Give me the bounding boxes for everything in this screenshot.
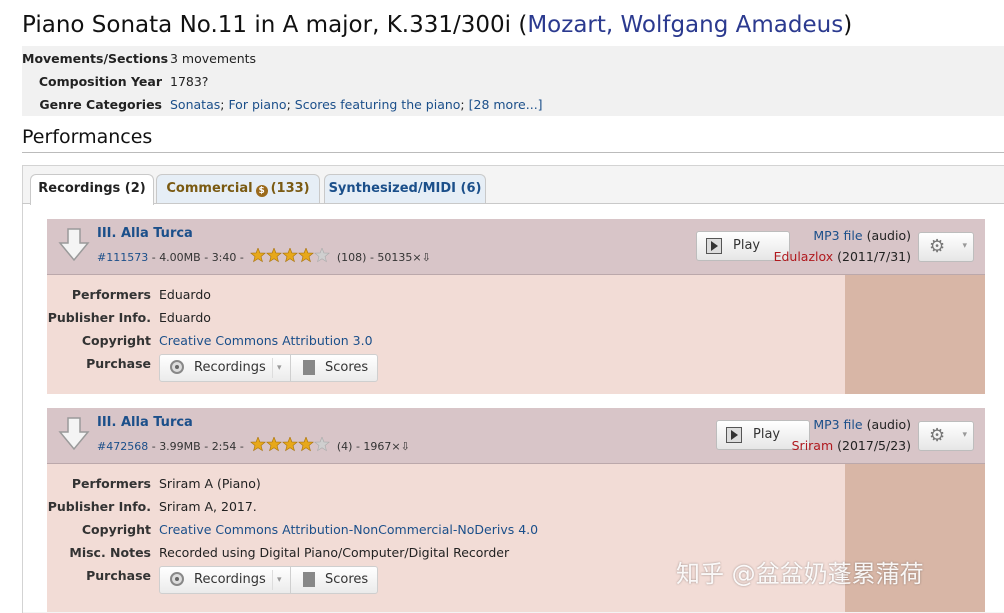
rating-stars-icon[interactable] (250, 437, 331, 452)
recording-header: III. Alla Turca #472568 - 3.99MB - 2:54 … (47, 408, 985, 464)
download-arrow-icon[interactable] (57, 227, 91, 263)
work-info-table: Movements/Sections 3 movements Compositi… (22, 46, 1004, 116)
gear-icon: ⚙ (929, 236, 946, 257)
star-icon[interactable] (298, 248, 315, 263)
uploader-info: Sriram (2017/5/23) (791, 438, 911, 453)
score-icon (303, 572, 315, 587)
genre-link-sonatas[interactable]: Sonatas (170, 97, 220, 112)
chevron-down-icon: ▾ (277, 575, 282, 585)
settings-dropdown-button[interactable]: ⚙ ▾ (918, 421, 974, 451)
purchase-recordings-button[interactable]: Recordings ▾ (159, 566, 291, 594)
purchase-scores-button[interactable]: Scores (290, 354, 378, 382)
star-icon[interactable] (282, 248, 299, 263)
recording-id-link[interactable]: #111573 (97, 251, 148, 264)
settings-dropdown-button[interactable]: ⚙ ▾ (918, 232, 974, 262)
genre-link-for-piano[interactable]: For piano (228, 97, 286, 112)
composer-link[interactable]: Mozart, Wolfgang Amadeus (527, 12, 843, 38)
download-arrow-icon[interactable] (57, 416, 91, 452)
genre-link-scores-piano[interactable]: Scores featuring the piano (295, 97, 461, 112)
uploader-link[interactable]: Sriram (792, 438, 834, 453)
file-type: MP3 file (audio) (813, 417, 911, 432)
mp3-file-link[interactable]: MP3 file (813, 417, 862, 432)
score-icon (303, 360, 315, 375)
chevron-down-icon: ▾ (962, 241, 967, 251)
work-title: Piano Sonata No.11 in A major, K.331/300… (22, 12, 512, 38)
purchase-recordings-button[interactable]: Recordings ▾ (159, 354, 291, 382)
uploader-link[interactable]: Edulazlox (774, 249, 834, 264)
recording-title-link[interactable]: III. Alla Turca (97, 415, 193, 430)
tab-synthesized-midi[interactable]: Synthesized/MIDI (6) (324, 174, 486, 203)
recording-details: Performers Eduardo Publisher Info. Eduar… (47, 275, 845, 394)
tab-recordings[interactable]: Recordings (2) (30, 174, 154, 205)
cd-icon (170, 572, 184, 586)
star-icon[interactable] (282, 437, 299, 452)
play-icon (726, 427, 742, 443)
star-icon[interactable] (298, 437, 315, 452)
copyright-link[interactable]: Creative Commons Attribution-NonCommerci… (159, 522, 538, 537)
recording-side-panel (845, 275, 985, 394)
star-icon[interactable] (266, 248, 283, 263)
file-type: MP3 file (audio) (813, 228, 911, 243)
star-icon[interactable] (314, 248, 331, 263)
tab-commercial[interactable]: Commercial $ (133) (156, 174, 320, 203)
chevron-down-icon: ▾ (277, 363, 282, 373)
star-icon[interactable] (250, 437, 267, 452)
star-icon[interactable] (250, 248, 267, 263)
section-divider (22, 152, 1004, 153)
recording-title-link[interactable]: III. Alla Turca (97, 226, 193, 241)
chevron-down-icon: ▾ (962, 430, 967, 440)
rating-stars-icon[interactable] (250, 248, 331, 263)
recording-header: III. Alla Turca #111573 - 4.00MB - 3:40 … (47, 219, 985, 275)
recording-meta: #111573 - 4.00MB - 3:40 - (108) - 50135×… (97, 248, 431, 264)
coin-icon: $ (255, 185, 268, 197)
genre-more-link[interactable]: [28 more...] (469, 97, 543, 112)
cd-icon (170, 360, 184, 374)
uploader-info: Edulazlox (2011/7/31) (773, 249, 911, 264)
play-icon (706, 238, 722, 254)
recording-side-panel (845, 464, 985, 612)
star-icon[interactable] (314, 437, 331, 452)
gear-icon: ⚙ (929, 425, 946, 446)
copyright-link[interactable]: Creative Commons Attribution 3.0 (159, 333, 373, 348)
section-title-performances: Performances (22, 126, 153, 148)
purchase-scores-button[interactable]: Scores (290, 566, 378, 594)
recording-details: Performers Sriram A (Piano) Publisher In… (47, 464, 845, 612)
star-icon[interactable] (266, 437, 283, 452)
page-title: Piano Sonata No.11 in A major, K.331/300… (22, 12, 853, 38)
watermark-text: 知乎 @盆盆奶蓬累蒲荷 (676, 560, 924, 588)
mp3-file-link[interactable]: MP3 file (813, 228, 862, 243)
recording-id-link[interactable]: #472568 (97, 440, 148, 453)
recording-meta: #472568 - 3.99MB - 2:54 - (4) - 1967×⇩ (97, 437, 410, 453)
